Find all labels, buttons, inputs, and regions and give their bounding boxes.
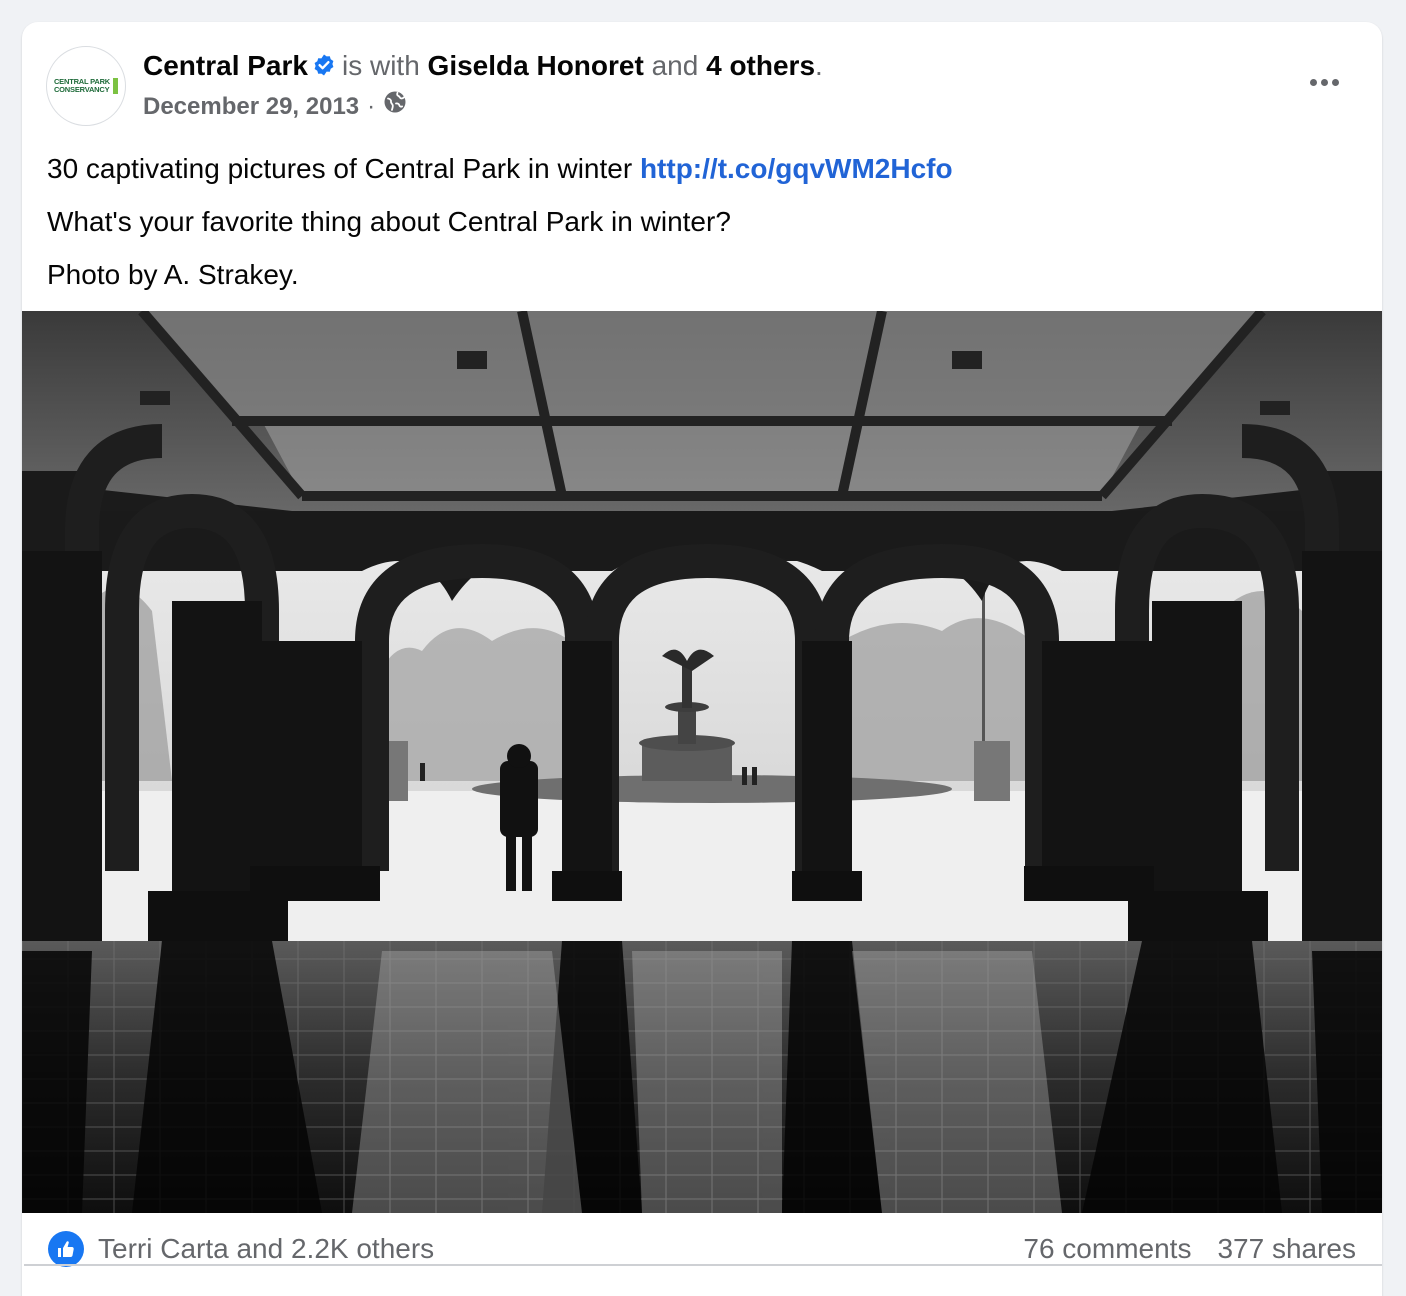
meta-separator: · bbox=[367, 92, 376, 120]
post-header: CENTRAL PARK CONSERVANCY Central Park is … bbox=[22, 22, 1382, 132]
bethesda-terrace-photo bbox=[22, 311, 1382, 1213]
header-line: Central Park is with Giselda Honoret and … bbox=[143, 48, 823, 86]
more-dot-icon bbox=[1320, 78, 1328, 86]
more-dot-icon bbox=[1309, 78, 1317, 86]
others-link[interactable]: 4 others bbox=[706, 50, 815, 81]
message-line-1-text: 30 captivating pictures of Central Park … bbox=[47, 153, 640, 184]
tagged-person-link[interactable]: Giselda Honoret bbox=[428, 50, 644, 81]
comments-link[interactable]: 76 comments bbox=[1023, 1231, 1191, 1267]
shares-link[interactable]: 377 shares bbox=[1217, 1231, 1356, 1267]
more-options-button[interactable] bbox=[1300, 62, 1348, 102]
post-link[interactable]: http://t.co/gqvWM2Hcfo bbox=[640, 153, 953, 184]
header-period: . bbox=[815, 50, 823, 81]
like-icon[interactable] bbox=[48, 1231, 84, 1267]
page-avatar[interactable]: CENTRAL PARK CONSERVANCY bbox=[46, 46, 126, 126]
logo-text-line2: CONSERVANCY bbox=[53, 85, 110, 94]
verified-badge-icon bbox=[312, 50, 336, 86]
engagement-divider bbox=[24, 1264, 1382, 1266]
globe-icon[interactable] bbox=[383, 90, 407, 123]
more-dot-icon bbox=[1331, 78, 1339, 86]
engagement-counts: 76 comments 377 shares bbox=[1023, 1231, 1356, 1267]
post-photo[interactable] bbox=[22, 311, 1382, 1213]
post-meta: December 29, 2013 · bbox=[143, 90, 407, 123]
logo-green-bar bbox=[113, 78, 119, 94]
message-line-3: Photo by A. Strakey. bbox=[47, 259, 299, 290]
with-text: is with bbox=[341, 50, 420, 81]
post-date-link[interactable]: December 29, 2013 bbox=[143, 91, 359, 123]
message-line-2: What's your favorite thing about Central… bbox=[47, 206, 731, 237]
message-line-1: 30 captivating pictures of Central Park … bbox=[47, 142, 1357, 195]
post-card: CENTRAL PARK CONSERVANCY Central Park is … bbox=[22, 22, 1382, 1296]
and-text: and bbox=[651, 50, 699, 81]
conservancy-logo: CENTRAL PARK CONSERVANCY bbox=[53, 78, 119, 94]
post-message: 30 captivating pictures of Central Park … bbox=[47, 142, 1357, 301]
page-name-link[interactable]: Central Park bbox=[143, 50, 308, 81]
engagement-bar: Terri Carta and 2.2K others 76 comments … bbox=[22, 1213, 1382, 1293]
reactors-link[interactable]: Terri Carta and 2.2K others bbox=[98, 1231, 434, 1267]
